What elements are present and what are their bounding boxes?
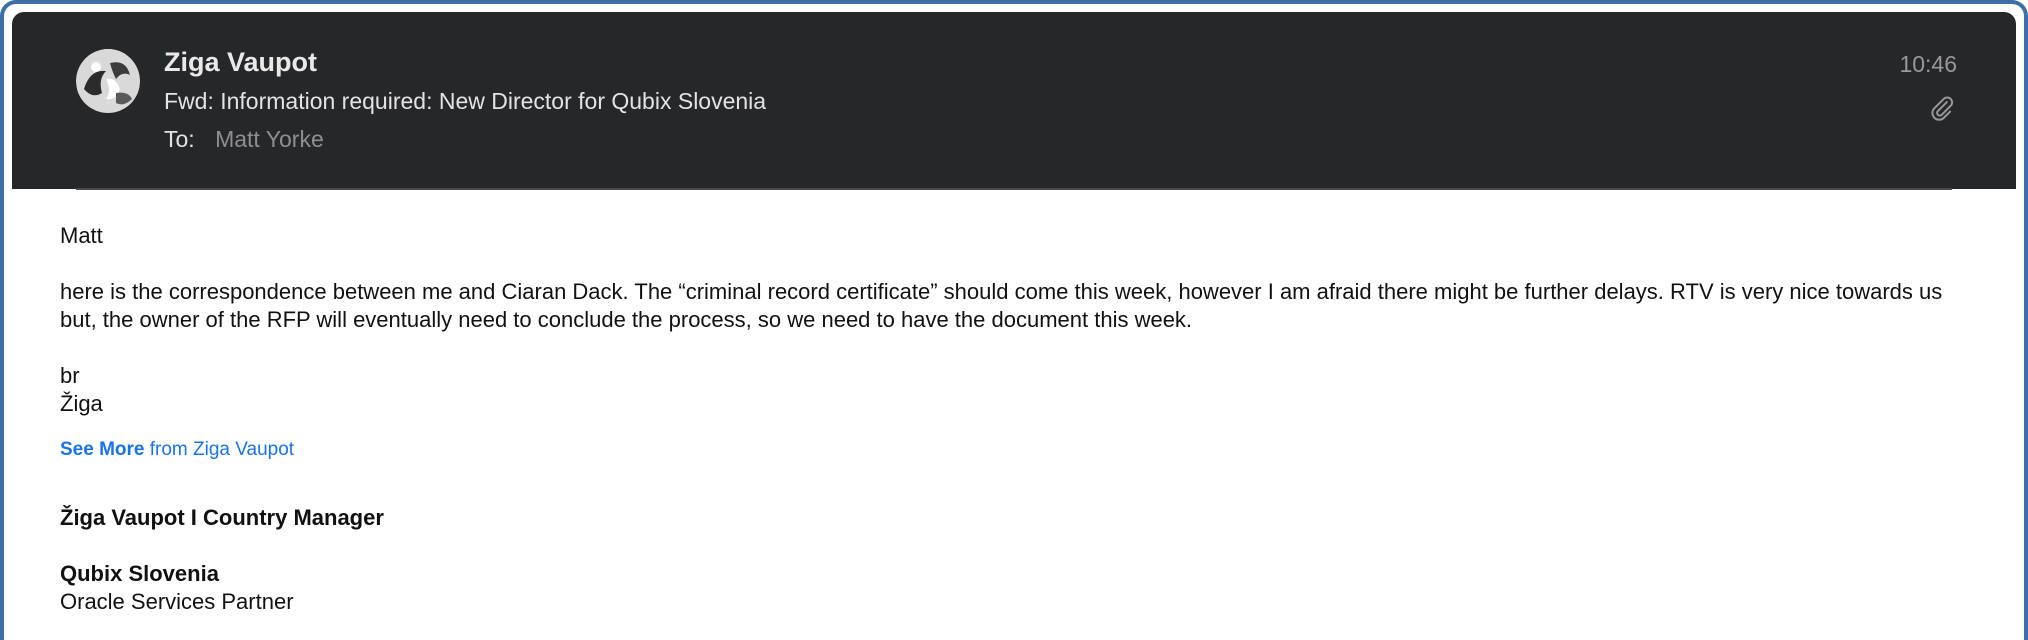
body-paragraph: here is the correspondence between me an… — [60, 279, 1943, 332]
signoff-line-2: Žiga — [60, 391, 103, 416]
greeting: Matt — [60, 223, 103, 248]
header-divider — [76, 188, 1952, 190]
paperclip-icon[interactable] — [1929, 95, 1955, 121]
recipient-row: To: Matt Yorke — [164, 126, 324, 153]
message-time: 10:46 — [1899, 51, 1957, 77]
to-label: To: — [164, 126, 195, 152]
message-body: Matt here is the correspondence between … — [60, 222, 1980, 616]
email-window: Ziga Vaupot Fwd: Information required: N… — [0, 0, 2028, 640]
signature-name: Žiga Vaupot I Country Manager — [60, 505, 384, 530]
sender-name[interactable]: Ziga Vaupot — [164, 47, 317, 78]
see-more-from[interactable]: from Ziga Vaupot — [144, 439, 294, 460]
message-header: Ziga Vaupot Fwd: Information required: N… — [12, 12, 2016, 189]
see-more-bold[interactable]: See More — [60, 439, 144, 460]
signoff-line-1: br — [60, 363, 80, 388]
signature-company: Qubix Slovenia — [60, 561, 219, 586]
sender-avatar[interactable] — [76, 49, 140, 113]
see-more-link[interactable]: See More from Ziga Vaupot — [60, 436, 1980, 464]
recipient-name[interactable]: Matt Yorke — [215, 126, 324, 152]
email-subject: Fwd: Information required: New Director … — [164, 88, 767, 114]
avatar-image — [76, 49, 140, 113]
signature-partner: Oracle Services Partner — [60, 589, 294, 614]
